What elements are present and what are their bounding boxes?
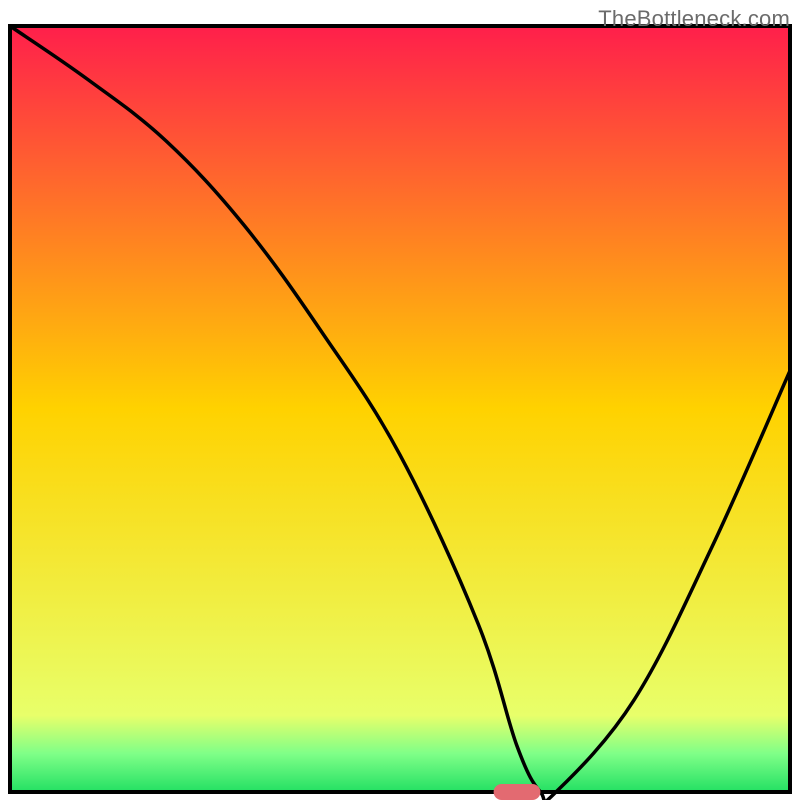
bottleneck-chart bbox=[0, 0, 800, 800]
chart-stage: TheBottleneck.com bbox=[0, 0, 800, 800]
watermark-text: TheBottleneck.com bbox=[598, 6, 790, 32]
chart-background bbox=[10, 26, 790, 792]
min-marker bbox=[494, 784, 541, 800]
